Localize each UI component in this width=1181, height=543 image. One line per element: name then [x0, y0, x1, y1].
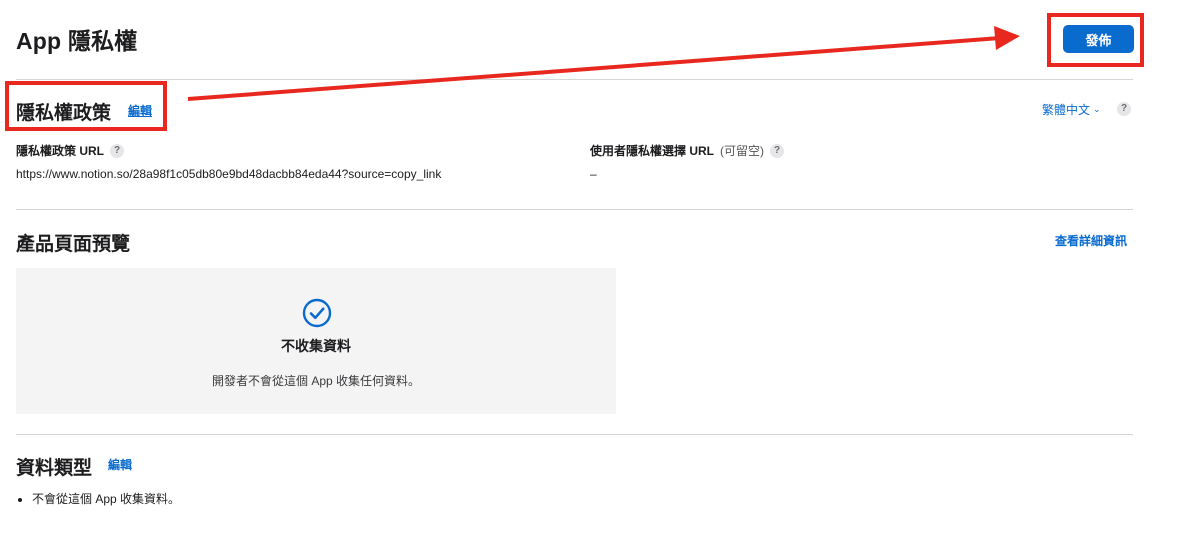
choices-url-label: 使用者隱私權選擇 URL (可留空) ? [590, 142, 784, 159]
data-types-heading: 資料類型 [16, 458, 93, 479]
language-label: 繁體中文 [1042, 103, 1091, 117]
card-description: 開發者不會從這個 App 收集任何資料。 [211, 374, 421, 388]
privacy-url-label-text: 隱私權政策 URL [16, 144, 104, 158]
language-help-icon[interactable]: ? [1117, 102, 1131, 116]
choices-url-label-text: 使用者隱私權選擇 URL [590, 144, 714, 158]
publish-button[interactable]: 發佈 [1063, 25, 1134, 53]
section-divider-2 [16, 434, 1133, 435]
data-types-edit-link[interactable]: 編輯 [108, 456, 132, 473]
choices-url-optional: (可留空) [720, 144, 764, 158]
privacy-url-help-icon[interactable]: ? [110, 143, 124, 158]
view-details-link[interactable]: 查看詳細資訊 [1055, 232, 1127, 249]
list-item: 不會從這個 App 收集資料。 [32, 490, 180, 507]
privacy-policy-edit-link[interactable]: 編輯 [128, 102, 152, 119]
privacy-policy-heading: 隱私權政策 [16, 103, 112, 124]
header-divider [16, 79, 1133, 80]
choices-url-help-icon[interactable]: ? [770, 143, 784, 158]
privacy-url-label: 隱私權政策 URL ? [16, 142, 124, 159]
chevron-down-icon: ⌄ [1093, 104, 1101, 114]
privacy-url-value: https://www.notion.so/28a98f1c05db80e9bd… [16, 167, 442, 181]
check-circle-icon [302, 298, 332, 328]
card-title: 不收集資料 [281, 338, 351, 354]
product-preview-heading: 產品頁面預覽 [16, 234, 131, 255]
preview-card: 不收集資料 開發者不會從這個 App 收集任何資料。 [16, 268, 616, 414]
choices-url-value: – [590, 167, 597, 181]
page-title: App 隱私權 [16, 28, 138, 54]
data-types-list: 不會從這個 App 收集資料。 [16, 490, 180, 507]
language-selector[interactable]: 繁體中文 ⌄ [1042, 101, 1101, 118]
section-divider-1 [16, 209, 1133, 210]
